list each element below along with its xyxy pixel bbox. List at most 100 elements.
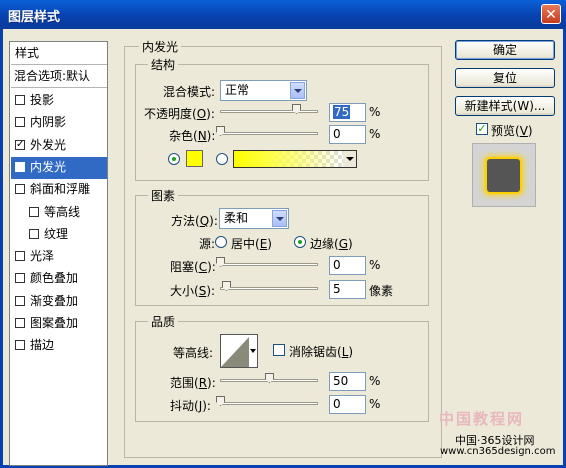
style-list-item[interactable]: 内阴影 (11, 112, 107, 134)
technique-value: 柔和 (224, 211, 249, 225)
style-list-item[interactable]: ✓ 外发光 (11, 135, 107, 157)
style-item-checkbox[interactable] (29, 206, 39, 217)
preview-checkbox[interactable]: ✓ (476, 123, 488, 135)
technique-label: 方法(Q): (171, 214, 218, 228)
style-item-checkbox[interactable] (15, 273, 25, 284)
style-item-label: 光泽 (30, 249, 55, 264)
chevron-down-icon (290, 82, 305, 99)
style-item-checkbox[interactable] (29, 228, 39, 239)
choke-unit: % (369, 258, 381, 272)
size-unit: 像素 (369, 284, 394, 298)
style-item-label: 图案叠加 (30, 316, 79, 330)
jitter-slider-track[interactable] (220, 402, 318, 405)
inner-glow-title: 内发光 (139, 38, 182, 55)
range-label: 范围(R): (170, 376, 216, 390)
style-list-item[interactable]: 纹理 (11, 224, 107, 246)
style-item-label: 内发光 (30, 159, 67, 174)
blend-options-label: 混合选项:默认 (14, 69, 91, 83)
opacity-unit: % (369, 105, 381, 119)
title-bar (0, 0, 566, 29)
style-list-item[interactable]: 投影 (11, 90, 107, 112)
style-item-checkbox[interactable] (15, 251, 25, 262)
style-list-item[interactable]: 斜面和浮雕 (11, 179, 107, 201)
style-list-item[interactable]: 图案叠加 (11, 313, 107, 335)
style-item-label: 斜面和浮雕 (30, 182, 91, 197)
choke-input[interactable]: 0 (329, 256, 366, 275)
size-label: 大小(S): (170, 284, 216, 298)
range-input[interactable]: 50 (329, 372, 366, 391)
gradient-preview (234, 151, 343, 167)
solid-color-radio[interactable] (168, 153, 180, 165)
window-frame-left (0, 29, 3, 468)
style-item-label: 等高线 (44, 204, 81, 219)
window-title: 图层样式 (8, 10, 61, 25)
style-item-checkbox[interactable] (15, 295, 25, 306)
new-style-button[interactable]: 新建样式(W)... (455, 96, 555, 116)
opacity-slider-track[interactable] (220, 110, 318, 113)
preview-glow-sample (487, 159, 520, 192)
close-button[interactable]: ✕ (541, 4, 561, 24)
style-item-label: 颜色叠加 (30, 271, 79, 286)
style-item-checkbox[interactable] (15, 95, 25, 105)
chevron-down-icon (250, 349, 256, 353)
watermark-url: www.cn365design.com (440, 446, 556, 457)
close-icon: ✕ (545, 7, 557, 23)
antialias-checkbox[interactable] (273, 344, 285, 356)
contour-picker[interactable] (220, 334, 258, 368)
source-edge-label[interactable]: 边缘(G) (310, 235, 353, 252)
style-list-item[interactable]: 等高线 (11, 202, 107, 224)
style-item-label: 渐变叠加 (30, 293, 79, 308)
source-edge-radio[interactable] (294, 236, 306, 248)
ok-button[interactable]: 确定 (455, 40, 555, 60)
style-item-label: 描边 (30, 338, 55, 353)
noise-input[interactable]: 0 (329, 125, 366, 144)
style-list-header-label: 样式 (15, 46, 40, 60)
style-list: 样式 混合选项:默认 投影内阴影 ✓ 外发光 ✓ 内发光斜面和浮雕等高线纹理光泽颜色叠加… (9, 41, 108, 466)
style-list-header[interactable]: 样式 (11, 43, 107, 65)
source-label: 源: (199, 237, 216, 251)
watermark-title: 中国教程网 (439, 410, 525, 428)
style-item-checkbox[interactable] (15, 117, 25, 128)
style-item-checkbox[interactable]: ✓ (15, 139, 25, 150)
preview-label: 预览(V) (491, 124, 533, 138)
blend-mode-select[interactable]: 正常 (220, 80, 307, 101)
style-item-checkbox[interactable] (15, 318, 25, 328)
style-item-label: 外发光 (30, 137, 67, 152)
source-center-radio[interactable] (215, 236, 227, 248)
source-center-label[interactable]: 居中(E) (231, 235, 272, 252)
style-item-checkbox[interactable]: ✓ (15, 161, 25, 172)
style-list-item[interactable]: 光泽 (11, 246, 107, 268)
gradient-dropdown[interactable] (344, 153, 356, 165)
blend-mode-value: 正常 (225, 83, 250, 97)
opacity-input[interactable]: 75 (329, 103, 366, 122)
style-list-item[interactable]: 描边 (11, 335, 107, 357)
style-list-item[interactable]: ✓ 内发光 (11, 156, 107, 179)
size-input[interactable]: 5 (329, 280, 366, 299)
structure-title: 结构 (148, 56, 179, 73)
noise-unit: % (369, 127, 381, 141)
jitter-label: 抖动(J): (170, 399, 211, 413)
blend-options-item[interactable]: 混合选项:默认 (11, 66, 107, 88)
chevron-down-icon (272, 210, 287, 227)
style-list-item[interactable]: 颜色叠加 (11, 268, 107, 290)
gradient-radio[interactable] (216, 153, 228, 165)
opacity-label: 不透明度(O): (144, 107, 215, 121)
reset-button[interactable]: 复位 (455, 68, 555, 88)
size-slider-track[interactable] (220, 287, 318, 290)
antialias-label[interactable]: 消除锯齿(L) (289, 343, 353, 360)
noise-slider-track[interactable] (220, 132, 318, 135)
elements-title: 图素 (148, 187, 179, 204)
chevron-down-icon (346, 157, 354, 161)
gradient-picker[interactable] (233, 150, 357, 168)
style-list-item[interactable]: 渐变叠加 (11, 291, 107, 313)
glow-color-swatch[interactable] (186, 150, 203, 167)
style-item-checkbox[interactable] (15, 340, 25, 351)
jitter-unit: % (369, 397, 381, 411)
jitter-input[interactable]: 0 (329, 395, 366, 414)
range-unit: % (369, 374, 381, 388)
style-item-checkbox[interactable] (15, 184, 25, 195)
choke-slider-track[interactable] (220, 263, 318, 266)
technique-select[interactable]: 柔和 (219, 208, 289, 229)
style-item-label: 内阴影 (30, 115, 67, 130)
blend-mode-label: 混合模式: (163, 85, 216, 99)
